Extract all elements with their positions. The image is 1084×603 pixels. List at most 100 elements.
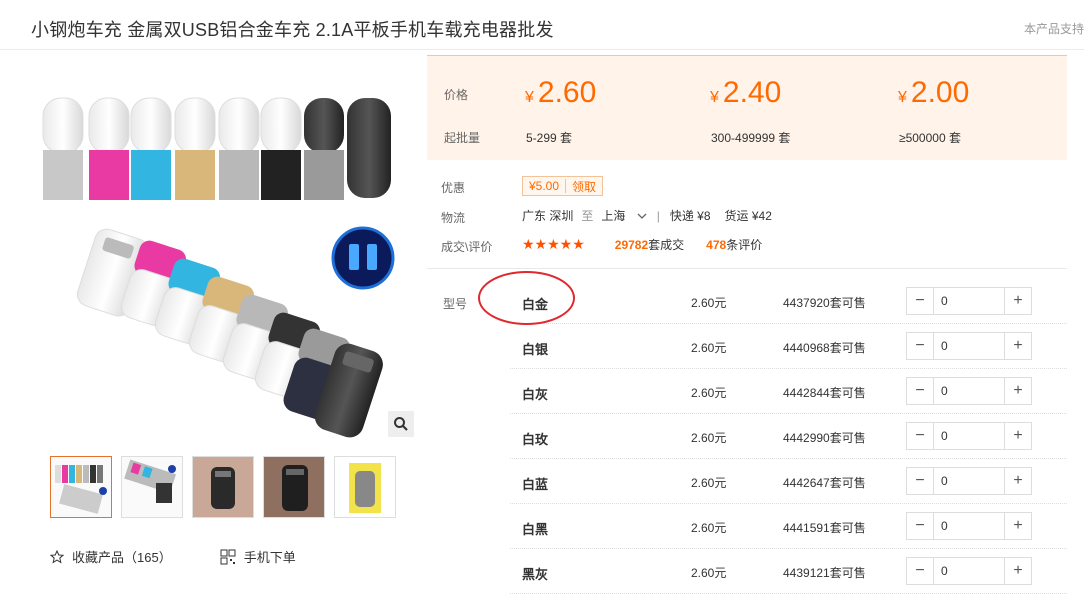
tier-range-3: ≥500000 套 bbox=[899, 131, 961, 145]
sku-row: 白金 2.60元 4437920套可售 −0 + bbox=[510, 279, 1067, 324]
quantity-input[interactable]: 0 bbox=[934, 423, 1004, 449]
support-text: 本产品支持 bbox=[1023, 22, 1084, 36]
decrease-button[interactable]: − bbox=[907, 288, 934, 314]
sku-name: 黑灰 bbox=[522, 567, 549, 582]
sku-price: 2.60元 bbox=[691, 521, 727, 535]
logistics-info: 广东 深圳 至 上海 | 快递 ¥8 货运 ¥42 bbox=[522, 207, 772, 224]
sku-name: 白蓝 bbox=[522, 477, 549, 492]
product-actions: 收藏产品（165） 手机下单 bbox=[50, 547, 344, 566]
main-product-image[interactable] bbox=[31, 78, 413, 438]
sku-stock: 4441591套可售 bbox=[783, 521, 866, 535]
magnifier-icon bbox=[394, 417, 408, 431]
qr-code-icon bbox=[220, 549, 236, 564]
mobile-order-button[interactable]: 手机下单 bbox=[220, 547, 296, 566]
review-unit: 条评价 bbox=[726, 238, 763, 252]
decrease-button[interactable]: − bbox=[907, 333, 934, 359]
sku-stock: 4440968套可售 bbox=[783, 341, 866, 355]
sku-stock: 4439121套可售 bbox=[783, 566, 866, 580]
divider bbox=[427, 268, 1067, 269]
type-label: 型号 bbox=[443, 297, 468, 311]
sku-price: 2.60元 bbox=[691, 296, 727, 310]
sku-name: 白玫 bbox=[522, 432, 549, 447]
quantity-stepper: −0 + bbox=[906, 557, 1032, 585]
sku-price: 2.60元 bbox=[691, 566, 727, 580]
freight-fee: 货运 ¥42 bbox=[724, 209, 772, 223]
tier-range-2: 300-499999 套 bbox=[711, 131, 791, 145]
sku-price: 2.60元 bbox=[691, 476, 727, 490]
sku-row: 黑灰 2.60元 4439121套可售 −0 + bbox=[510, 549, 1067, 594]
trade-info: ★★★★★ 29782 套成交 478 条评价 bbox=[522, 236, 762, 253]
ship-from: 广东 深圳 bbox=[522, 209, 574, 223]
decrease-button[interactable]: − bbox=[907, 468, 934, 494]
quantity-stepper: −0 + bbox=[906, 512, 1032, 540]
tier-range-1: 5-299 套 bbox=[526, 131, 573, 145]
sku-name: 白金 bbox=[522, 297, 549, 312]
tier-price-1: ¥2.60 bbox=[525, 76, 597, 109]
quantity-input[interactable]: 0 bbox=[934, 288, 1004, 314]
quantity-stepper: −0 + bbox=[906, 467, 1032, 495]
increase-button[interactable]: + bbox=[1004, 558, 1031, 584]
sku-row: 白灰 2.60元 4442844套可售 −0 + bbox=[510, 369, 1067, 414]
quantity-stepper: −0 + bbox=[906, 377, 1032, 405]
coupon-claim[interactable]: 领取 bbox=[566, 178, 602, 195]
rating-stars: ★★★★★ bbox=[522, 236, 585, 252]
quantity-input[interactable]: 0 bbox=[934, 333, 1004, 359]
sku-row: 白银 2.60元 4440968套可售 −0 + bbox=[510, 324, 1067, 369]
tier-price-2: ¥2.40 bbox=[710, 76, 782, 109]
thumbnail-5[interactable] bbox=[334, 456, 396, 518]
quantity-stepper: −0 + bbox=[906, 287, 1032, 315]
increase-button[interactable]: + bbox=[1004, 468, 1031, 494]
quantity-input[interactable]: 0 bbox=[934, 513, 1004, 539]
sku-stock: 4442647套可售 bbox=[783, 476, 866, 490]
thumbnail-strip bbox=[50, 456, 396, 518]
increase-button[interactable]: + bbox=[1004, 378, 1031, 404]
decrease-button[interactable]: − bbox=[907, 423, 934, 449]
sku-row: 白黑 2.60元 4441591套可售 −0 + bbox=[510, 504, 1067, 549]
decrease-button[interactable]: − bbox=[907, 558, 934, 584]
sku-name: 白黑 bbox=[522, 522, 549, 537]
sku-stock: 4437920套可售 bbox=[783, 296, 866, 310]
thumbnail-2[interactable] bbox=[121, 456, 183, 518]
increase-button[interactable]: + bbox=[1004, 333, 1031, 359]
increase-button[interactable]: + bbox=[1004, 288, 1031, 314]
mobile-order-label: 手机下单 bbox=[243, 550, 296, 565]
sku-price: 2.60元 bbox=[691, 431, 727, 445]
quantity-input[interactable]: 0 bbox=[934, 468, 1004, 494]
divider bbox=[0, 49, 1084, 50]
sku-stock: 4442844套可售 bbox=[783, 386, 866, 400]
increase-button[interactable]: + bbox=[1004, 423, 1031, 449]
charger-row bbox=[42, 97, 391, 200]
to-word: 至 bbox=[581, 209, 594, 223]
favorite-label: 收藏产品（165） bbox=[72, 550, 172, 565]
review-count[interactable]: 478 bbox=[706, 238, 726, 252]
ship-to-select[interactable]: 上海 bbox=[601, 207, 647, 224]
quantity-input[interactable]: 0 bbox=[934, 378, 1004, 404]
chevron-down-icon bbox=[637, 213, 647, 219]
trade-label: 成交\评价 bbox=[441, 240, 493, 254]
star-outline-icon bbox=[50, 549, 64, 563]
product-page: 小钢炮车充 金属双USB铝合金车充 2.1A平板手机车载充电器批发 本产品支持 bbox=[0, 0, 1084, 603]
thumbnail-4[interactable] bbox=[263, 456, 325, 518]
tier-price-3: ¥2.00 bbox=[898, 76, 970, 109]
decrease-button[interactable]: − bbox=[907, 378, 934, 404]
thumbnail-1[interactable] bbox=[50, 456, 112, 518]
deals-count[interactable]: 29782 bbox=[615, 238, 648, 252]
sku-name: 白银 bbox=[522, 342, 549, 357]
thumbnail-3[interactable] bbox=[192, 456, 254, 518]
discount-label: 优惠 bbox=[441, 181, 466, 195]
favorite-button[interactable]: 收藏产品（165） bbox=[50, 547, 172, 566]
product-title: 小钢炮车充 金属双USB铝合金车充 2.1A平板手机车载充电器批发 bbox=[31, 20, 554, 40]
quantity-stepper: −0 + bbox=[906, 422, 1032, 450]
increase-button[interactable]: + bbox=[1004, 513, 1031, 539]
deals-unit: 套成交 bbox=[648, 238, 685, 252]
quantity-input[interactable]: 0 bbox=[934, 558, 1004, 584]
express-fee: 快递 ¥8 bbox=[669, 209, 711, 223]
zoom-button[interactable] bbox=[388, 411, 414, 437]
sku-stock: 4442990套可售 bbox=[783, 431, 866, 445]
separator: | bbox=[656, 208, 660, 223]
coupon-badge[interactable]: ¥5.00 领取 bbox=[522, 176, 604, 196]
sku-row: 白蓝 2.60元 4442647套可售 −0 + bbox=[510, 459, 1067, 504]
sku-price: 2.60元 bbox=[691, 341, 727, 355]
price-panel: 价格 起批量 ¥2.60 ¥2.40 ¥2.00 5-299 套 300-499… bbox=[427, 55, 1067, 160]
decrease-button[interactable]: − bbox=[907, 513, 934, 539]
